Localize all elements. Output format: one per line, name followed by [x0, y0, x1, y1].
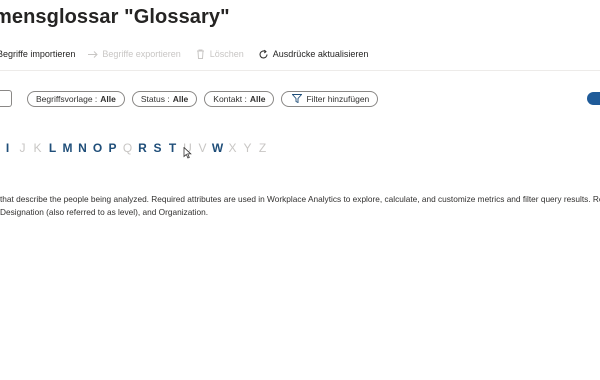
contact-filter-label: Kontakt :	[213, 93, 247, 104]
term-template-filter[interactable]: Begriffsvorlage : Alle	[27, 90, 125, 107]
contact-filter[interactable]: Kontakt : Alle	[204, 90, 275, 107]
trash-icon	[195, 48, 207, 60]
command-bar: Begriffe importieren Begriffe exportiere…	[0, 46, 368, 62]
add-filter-label: Filter hinzufügen	[306, 93, 370, 104]
alphabet-letter-w[interactable]: W	[210, 141, 225, 155]
refresh-icon	[258, 48, 270, 60]
alphabet-letter-y: Y	[243, 141, 252, 155]
arrow-right-icon	[87, 48, 99, 60]
description-line-1: that describe the people being analyzed.…	[0, 194, 600, 204]
alphabet-letter-k: K	[33, 141, 42, 155]
term-template-filter-value: Alle	[100, 93, 116, 104]
export-terms-label: Begriffe exportieren	[102, 49, 181, 59]
alphabet-filter: IJKLMNOPQRSTUVWXYZ	[0, 140, 270, 156]
alphabet-letter-m[interactable]: M	[60, 141, 75, 155]
description-line-2: Designation (also referred to as level),…	[0, 207, 208, 217]
term-template-filter-label: Begriffsvorlage :	[36, 93, 98, 104]
mouse-pointer-icon	[183, 147, 192, 159]
refresh-expressions-label: Ausdrücke aktualisieren	[272, 49, 369, 59]
glossary-description: that describe the people being analyzed.…	[0, 193, 600, 219]
alphabet-letter-n[interactable]: N	[75, 141, 90, 155]
new-term-button[interactable]	[587, 92, 600, 105]
alphabet-letter-r[interactable]: R	[135, 141, 150, 155]
alphabet-letter-t[interactable]: T	[165, 141, 180, 155]
import-terms-button[interactable]: Begriffe importieren	[0, 49, 75, 59]
alphabet-letter-z: Z	[258, 141, 267, 155]
contact-filter-value: Alle	[249, 93, 266, 104]
filter-bar: Begriffsvorlage : Alle Status : Alle Konta…	[0, 90, 385, 107]
add-filter-button[interactable]: Filter hinzufügen	[281, 90, 379, 107]
delete-label: Löschen	[209, 49, 244, 59]
export-terms-button[interactable]: Begriffe exportieren	[87, 48, 181, 60]
toolbar-divider	[0, 70, 600, 71]
filter-icon	[292, 94, 303, 103]
alphabet-letter-o[interactable]: O	[90, 141, 105, 155]
delete-button[interactable]: Löschen	[195, 48, 244, 60]
alphabet-letter-q: Q	[122, 141, 133, 155]
import-terms-label: Begriffe importieren	[0, 49, 76, 59]
alphabet-letter-v: V	[198, 141, 207, 155]
alphabet-letter-s[interactable]: S	[150, 141, 165, 155]
status-filter-label: Status :	[140, 93, 170, 104]
alphabet-letter-p[interactable]: P	[105, 141, 120, 155]
refresh-expressions-button[interactable]: Ausdrücke aktualisieren	[258, 48, 369, 60]
search-input[interactable]	[0, 90, 12, 107]
alphabet-letter-l[interactable]: L	[45, 141, 60, 155]
status-filter-value: Alle	[172, 93, 189, 104]
alphabet-letter-x: X	[228, 141, 237, 155]
status-filter[interactable]: Status : Alle	[131, 90, 198, 107]
alphabet-letter-i[interactable]: I	[0, 141, 15, 155]
glossary-page: mensglossar "Glossary" Begriffe importie…	[0, 0, 600, 380]
page-title: mensglossar "Glossary"	[0, 6, 230, 28]
alphabet-letter-j: J	[19, 141, 26, 155]
